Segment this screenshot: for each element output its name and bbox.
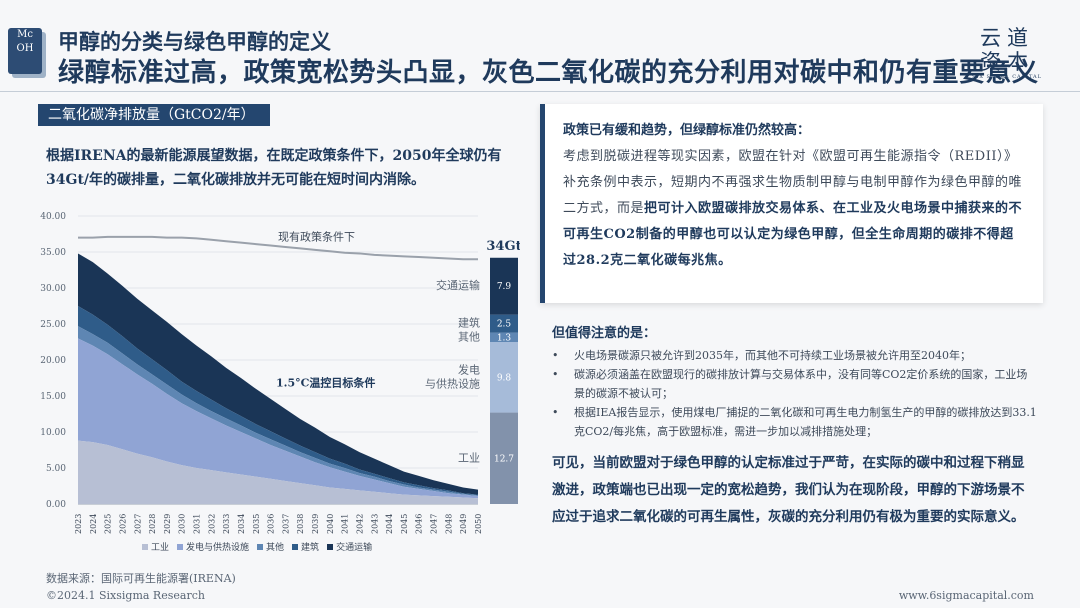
legend-swatch — [142, 543, 148, 550]
x-tick-label: 2033 — [222, 514, 231, 534]
y-tick-label: 15.00 — [40, 392, 66, 402]
bar-value-label: 12.7 — [494, 454, 514, 464]
brand-logo: 云道 资本 SIX SIGMA CAPITAL — [972, 26, 1042, 80]
x-tick-label: 2035 — [252, 514, 261, 534]
y-tick-label: 25.00 — [40, 320, 66, 330]
copyright: ©2024.1 Sixsigma Research — [46, 589, 205, 602]
logo-cube: Mc OH — [8, 28, 42, 74]
legend-swatch — [327, 543, 334, 550]
attention-title: 但值得注意的是： — [552, 326, 657, 341]
page-subtitle: 绿醇标准过高，政策宽松势头凸显，灰色二氧化碳的充分利用对碳中和仍有重要意义 — [58, 58, 1039, 88]
policy-line-label: 现有政策条件下 — [278, 230, 355, 244]
legend-swatch — [257, 543, 264, 550]
policy-box: 政策已有缓和趋势，但绿醇标准仍然较高： 考虑到脱碳进程等现实因素，欧盟在针对《欧… — [540, 104, 1043, 303]
section-label: 二氧化碳净排放量（GtCO2/年） — [38, 104, 270, 126]
x-tick-label: 2024 — [89, 514, 98, 534]
bar-value-label: 1.3 — [497, 333, 512, 343]
y-tick-label: 5.00 — [46, 464, 66, 474]
y-tick-label: 0.00 — [46, 500, 66, 510]
list-item: 火电场景碳源只被允许到2035年，而其他不可持续工业场景被允许用至2040年； — [552, 346, 1038, 365]
legend-label: 建筑 — [301, 543, 320, 553]
x-tick-label: 2044 — [385, 514, 394, 534]
x-tick-label: 2045 — [400, 514, 409, 534]
x-tick-label: 2041 — [341, 514, 350, 534]
x-tick-label: 2030 — [178, 514, 187, 534]
x-tick-label: 2038 — [296, 514, 305, 534]
x-tick-label: 2037 — [281, 514, 290, 534]
bar-segment-label: 交通运输 — [436, 278, 480, 292]
bar-total-label: 34Gt — [486, 239, 520, 254]
site-url[interactable]: www.6sigmacapital.com — [899, 589, 1034, 602]
x-tick-label: 2029 — [163, 514, 172, 534]
header-divider — [0, 91, 1080, 92]
target-label: 1.5°C温控目标条件 — [276, 376, 375, 390]
x-tick-label: 2026 — [118, 514, 127, 534]
logo-line1: Mc — [17, 29, 33, 40]
brand-line1: 云道 — [979, 26, 1034, 50]
chart-legend: 工业 发电与供热设施 其他 建筑 交通运输 — [142, 540, 372, 553]
y-tick-label: 35.00 — [40, 248, 66, 258]
brand-line3: SIX SIGMA CAPITAL — [971, 74, 1042, 80]
x-tick-label: 2034 — [237, 514, 246, 534]
legend-label: 发电与供热设施 — [186, 543, 250, 553]
bar-value-label: 2.5 — [497, 320, 512, 330]
legend-item: 交通运输 — [327, 540, 372, 553]
bar-segment-label: 建筑 — [458, 316, 480, 330]
bar-segment-label: 与供热设施 — [425, 376, 480, 390]
x-tick-label: 2025 — [104, 514, 113, 534]
conclusion-text: 可见，当前欧盟对于绿色甲醇的认定标准过于严苛，在实际的碳中和过程下稍显激进，政策… — [552, 455, 1025, 525]
attention-list: 火电场景碳源只被允许到2035年，而其他不可持续工业场景被允许用至2040年； … — [552, 346, 1038, 441]
legend-label: 工业 — [151, 543, 170, 553]
policy-box-heading: 政策已有缓和趋势，但绿醇标准仍然较高： — [563, 123, 811, 138]
legend-label: 交通运输 — [336, 543, 373, 553]
x-tick-label: 2050 — [474, 514, 483, 534]
legend-label: 其他 — [266, 543, 285, 553]
lead-text: 根据IRENA的最新能源展望数据，在既定政策条件下，2050年全球仍有34Gt/… — [46, 148, 502, 188]
policy-box-body: 考虑到脱碳进程等现实因素，欧盟在针对《欧盟可再生能源指令（REDII）》补充条例… — [563, 144, 1027, 274]
bar-segment-label: 工业 — [458, 451, 480, 464]
bar-segment-label: 发电 — [458, 362, 480, 376]
legend-swatch — [292, 543, 299, 550]
x-tick-label: 2048 — [444, 514, 453, 534]
brand-line2: 资本 — [979, 50, 1034, 74]
y-tick-label: 20.00 — [40, 356, 66, 366]
x-tick-label: 2036 — [267, 514, 276, 534]
x-tick-label: 2032 — [207, 514, 216, 534]
x-tick-label: 2040 — [326, 514, 335, 534]
data-source: 数据来源：国际可再生能源署(IRENA) — [46, 572, 236, 585]
logo-line2: OH — [16, 43, 34, 54]
bar-segment-label: 其他 — [458, 330, 480, 343]
x-tick-label: 2023 — [74, 514, 83, 534]
emissions-chart: 0.00 5.00 10.00 15.00 20.00 25.00 30.00 35.00 40… — [40, 212, 520, 534]
y-tick-label: 10.00 — [40, 428, 66, 438]
bar-value-label: 9.8 — [497, 373, 512, 383]
y-tick-label: 30.00 — [40, 284, 66, 294]
x-tick-label: 2046 — [415, 514, 424, 534]
list-item: 碳源必须涵盖在欧盟现行的碳排放计算与交易体系中，没有同等CO2定价系统的国家，工… — [552, 365, 1038, 403]
x-tick-label: 2027 — [133, 514, 142, 534]
list-item: 根据IEA报告显示，使用煤电厂捕捉的二氧化碳和可再生电力制氢生产的甲醇的碳排放达… — [552, 403, 1038, 441]
x-tick-label: 2042 — [355, 514, 364, 534]
legend-item: 其他 — [257, 540, 284, 553]
legend-item: 工业 — [142, 540, 169, 553]
x-tick-label: 2047 — [430, 514, 439, 534]
x-tick-label: 2049 — [459, 514, 468, 534]
y-tick-label: 40.00 — [40, 212, 66, 222]
bar-value-label: 7.9 — [497, 282, 512, 292]
x-tick-label: 2039 — [311, 514, 320, 534]
legend-item: 发电与供热设施 — [177, 540, 249, 553]
x-tick-label: 2031 — [193, 514, 202, 534]
x-tick-label: 2028 — [148, 514, 157, 534]
legend-swatch — [177, 543, 184, 550]
x-tick-label: 2043 — [370, 514, 379, 534]
legend-item: 建筑 — [292, 540, 319, 553]
